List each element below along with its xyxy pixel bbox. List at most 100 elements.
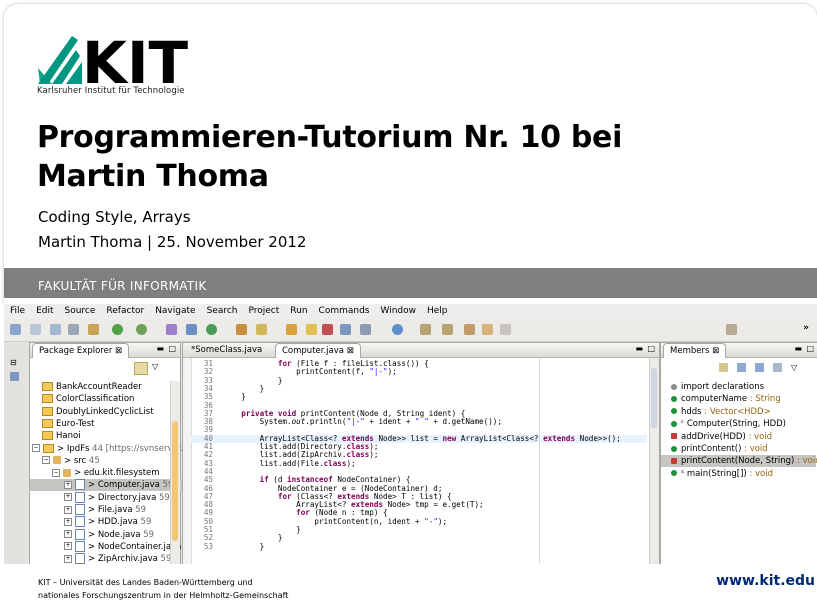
expand-icon[interactable]: + — [64, 517, 72, 526]
tree-item[interactable]: − > edu.kit.filesystem — [30, 467, 192, 479]
last-edit-icon[interactable] — [464, 324, 475, 335]
tree-item[interactable]: ColorClassification — [30, 393, 182, 405]
menu-run[interactable]: Run — [290, 306, 307, 316]
menu-search[interactable]: Search — [207, 306, 238, 316]
menu-help[interactable]: Help — [427, 306, 448, 316]
tab-computer[interactable]: Computer.java ⊠ — [275, 343, 361, 358]
code-editor[interactable]: 31 for (File f : fileList.class()) {32 p… — [191, 360, 647, 564]
member-item[interactable]: printContent(Node, String) : void — [661, 455, 817, 468]
tree-item[interactable]: Hanoi — [30, 430, 182, 442]
new-package-icon[interactable] — [186, 324, 197, 335]
scrollbar-thumb[interactable] — [172, 421, 178, 541]
members-tab[interactable]: Members ⊠ — [663, 343, 727, 358]
member-item[interactable]: computerName : String — [661, 393, 816, 405]
breakpoint-icon[interactable] — [322, 324, 333, 335]
package-explorer-tab[interactable]: Package Explorer ⊠ — [32, 343, 130, 358]
eclipse-window: File Edit Source Refactor Navigate Search Proj… — [4, 304, 817, 564]
view-menu-icon[interactable]: ▽ — [152, 362, 158, 371]
external-tools-icon[interactable] — [136, 324, 147, 335]
members-minimize-icon[interactable]: ▬ — [794, 344, 802, 353]
footer-url[interactable]: www.kit.edu — [716, 573, 815, 589]
menu-navigate[interactable]: Navigate — [155, 306, 195, 316]
new-class-icon[interactable] — [206, 324, 217, 335]
next-annotation-icon[interactable] — [420, 324, 431, 335]
members-view-menu-icon[interactable]: ▽ — [791, 363, 797, 372]
web-browser-icon[interactable] — [392, 324, 403, 335]
members-maximize-icon[interactable]: □ — [806, 344, 814, 353]
expand-icon[interactable]: + — [64, 493, 72, 502]
menu-refactor[interactable]: Refactor — [106, 306, 144, 316]
tab-someclass[interactable]: *SomeClass.java — [185, 343, 268, 357]
expand-icon[interactable]: + — [64, 542, 72, 551]
kit-logo: KIT — [38, 30, 188, 86]
collapse-icon[interactable]: − — [52, 468, 60, 477]
hide-fields-icon[interactable] — [719, 363, 728, 372]
collapse-icon[interactable]: − — [32, 444, 40, 452]
hierarchy-icon[interactable] — [10, 372, 19, 381]
new-java-project-icon[interactable] — [166, 324, 177, 335]
member-item[interactable]: import declarations — [661, 381, 816, 393]
tree-item[interactable]: − > src 45 — [30, 455, 182, 467]
expand-icon[interactable]: + — [64, 480, 72, 489]
run-icon[interactable] — [112, 324, 123, 335]
kit-logo-text: KIT — [82, 30, 188, 86]
menu-edit[interactable]: Edit — [36, 306, 53, 316]
editor-maximize-icon[interactable]: □ — [647, 344, 655, 353]
menu-source[interactable]: Source — [65, 306, 96, 316]
menu-window[interactable]: Window — [381, 306, 417, 316]
java-file-icon — [75, 553, 85, 564]
maximize-icon[interactable]: □ — [168, 344, 176, 353]
collapse-icon[interactable]: − — [42, 456, 50, 465]
search-icon[interactable] — [256, 324, 267, 335]
members-tab-label: Members ⊠ — [670, 346, 720, 356]
member-item[interactable]: hdds : Vector<HDD> — [661, 406, 816, 418]
toggle-mark-icon[interactable] — [286, 324, 297, 335]
member-item[interactable]: printContent() : void — [661, 443, 816, 455]
forward-icon[interactable] — [500, 324, 511, 335]
save-all-icon[interactable] — [50, 324, 61, 335]
expand-icon[interactable]: + — [64, 505, 72, 514]
tree-item-label: > ZipArchiv.java — [88, 554, 158, 564]
more-chevron-icon[interactable]: » — [803, 323, 809, 333]
link-with-editor-icon[interactable] — [134, 362, 148, 375]
menu-project[interactable]: Project — [248, 306, 279, 316]
code-line: 35 } — [191, 392, 647, 401]
public-member-icon — [671, 445, 677, 452]
prev-annotation-icon[interactable] — [442, 324, 453, 335]
save-icon[interactable] — [30, 324, 41, 335]
minimize-icon[interactable]: ▬ — [156, 344, 164, 353]
open-perspective-icon[interactable] — [726, 324, 737, 335]
open-type-icon[interactable] — [236, 324, 247, 335]
tree-item-label: > NodeContainer.java — [88, 541, 182, 552]
scrollbar-vertical[interactable] — [170, 381, 180, 564]
tree-item-label: > IpdFs — [57, 443, 90, 454]
sort-icon[interactable] — [773, 363, 782, 372]
editor-minimize-icon[interactable]: ▬ — [635, 344, 643, 353]
editor-scrollbar-thumb[interactable] — [651, 368, 657, 428]
tree-item[interactable]: BankAccountReader — [30, 381, 182, 393]
expand-icon[interactable]: + — [64, 554, 72, 563]
hide-non-public-icon[interactable] — [755, 363, 764, 372]
whitespace-icon[interactable] — [360, 324, 371, 335]
hide-static-icon[interactable] — [737, 363, 746, 372]
debug-icon[interactable] — [88, 324, 99, 335]
print-icon[interactable] — [68, 324, 79, 335]
annotation-icon[interactable] — [306, 324, 317, 335]
block-select-icon[interactable] — [340, 324, 351, 335]
tree-item[interactable]: DoublyLinkedCyclicList — [30, 406, 182, 418]
editor-area: *SomeClass.java Computer.java ⊠ ▬ □ 31 f… — [182, 342, 660, 564]
tree-item-label: > edu.kit.filesystem — [74, 468, 160, 479]
tree-item[interactable]: − > IpdFs 44 [https://svnserver.i — [30, 443, 186, 455]
menu-commands[interactable]: Commands — [319, 306, 370, 316]
expand-icon[interactable]: + — [64, 530, 72, 539]
footer-line-1: KIT – Universität des Landes Baden-Württ… — [38, 578, 253, 587]
back-icon[interactable] — [482, 324, 493, 335]
restore-icon[interactable]: ⊟ — [10, 358, 17, 367]
menu-file[interactable]: File — [10, 306, 25, 316]
member-item[interactable]: ˢ main(String[]) : void — [661, 468, 816, 480]
member-item[interactable]: addDrive(HDD) : void — [661, 431, 816, 443]
tree-item[interactable]: Euro-Test — [30, 418, 182, 430]
member-item[interactable]: ᶜ Computer(String, HDD) — [661, 418, 816, 430]
new-icon[interactable] — [10, 324, 21, 335]
editor-scrollbar[interactable] — [649, 358, 659, 564]
